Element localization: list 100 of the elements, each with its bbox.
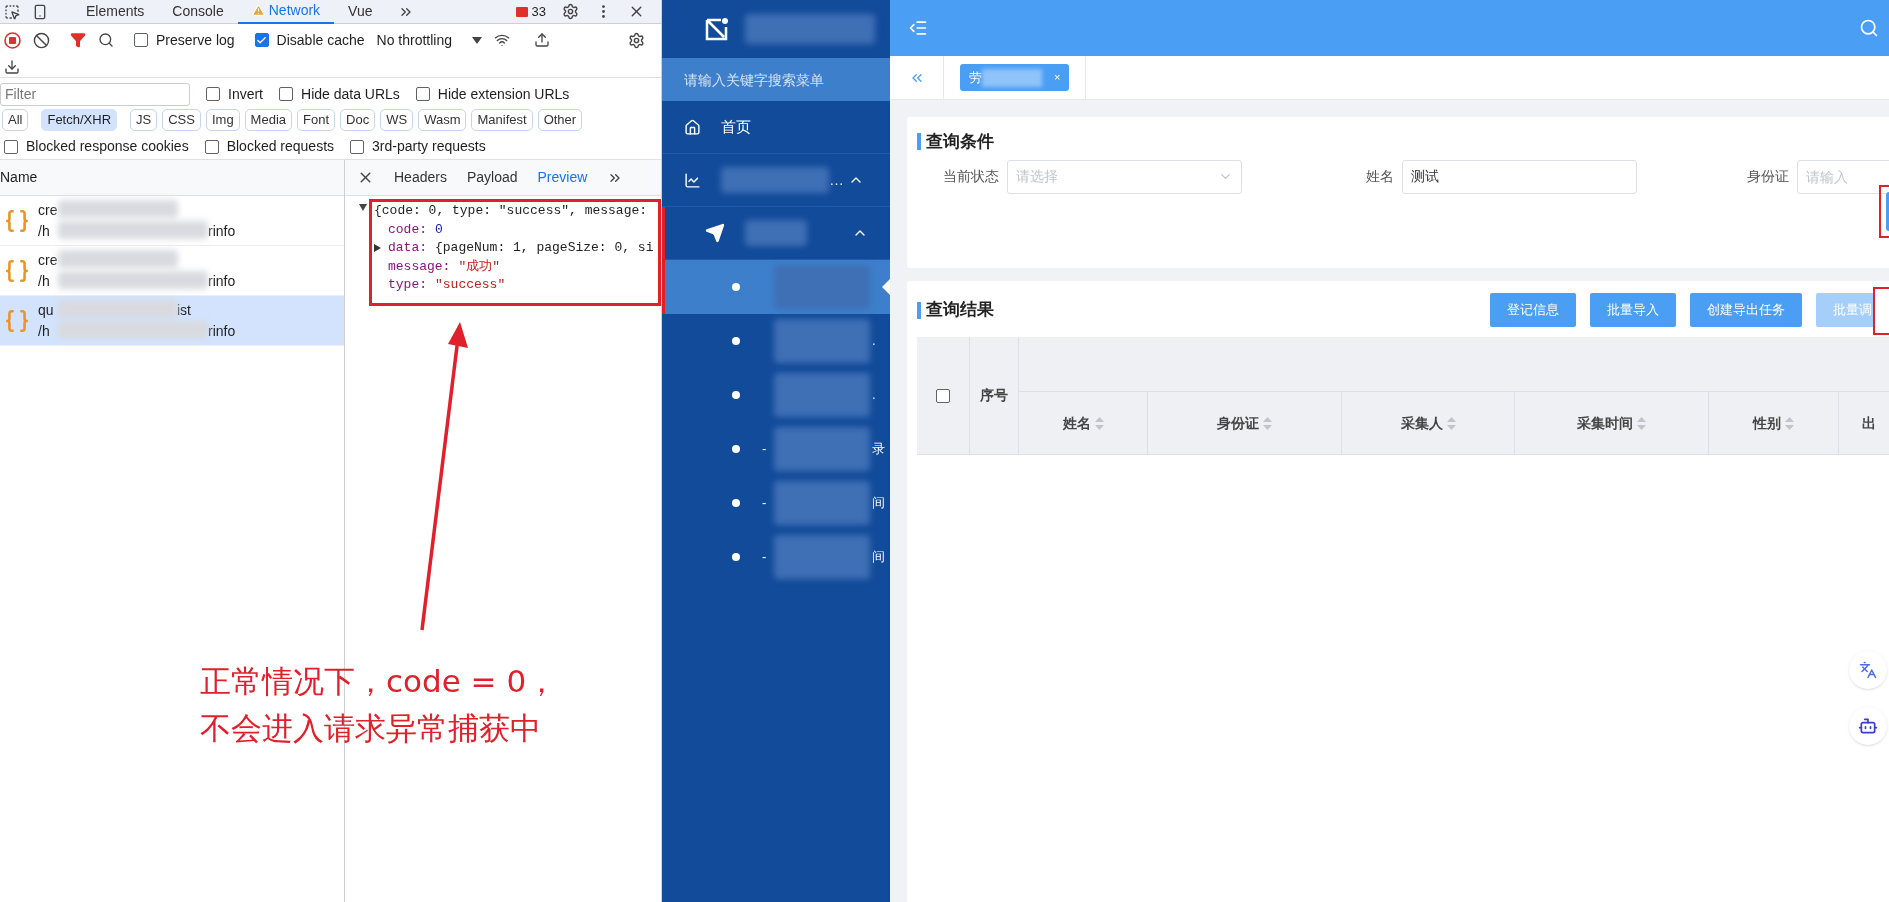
field-label: 身份证 — [1746, 167, 1790, 186]
checkbox-label: Preserve log — [156, 30, 235, 50]
translate-icon — [1859, 661, 1877, 679]
type-filter[interactable]: Fetch/XHR — [41, 109, 118, 131]
request-path-end: rinfo — [208, 221, 236, 241]
chart-icon — [684, 171, 701, 189]
submenu-item[interactable]: . — [662, 314, 890, 368]
type-filter[interactable]: WS — [380, 109, 414, 131]
text-field[interactable]: 测试 — [1402, 159, 1637, 194]
filter-icon[interactable] — [70, 32, 86, 48]
type-filter[interactable]: Wasm — [418, 109, 467, 131]
type-filter[interactable]: Media — [244, 109, 293, 131]
detail-tab[interactable]: Preview — [537, 167, 588, 188]
json-key: code: — [388, 220, 427, 239]
submenu-text-end: . — [872, 386, 876, 405]
throttling-dropdown[interactable]: No throttling — [376, 29, 482, 51]
select-all-checkbox[interactable] — [935, 388, 950, 403]
request-name: cre — [38, 200, 58, 220]
request-path: /h — [38, 321, 51, 341]
type-filter[interactable]: Other — [537, 109, 583, 131]
submenu-text-end: . — [872, 332, 876, 351]
type-filter[interactable]: Img — [205, 109, 240, 131]
menu-search-field[interactable]: 请输入关键字搜索菜单 — [662, 58, 890, 101]
checkbox-label: Hide data URLs — [301, 84, 400, 104]
submenu-text-end: 间 — [872, 548, 885, 567]
text-field[interactable]: 请输入 — [1797, 159, 1889, 194]
search-icon[interactable] — [98, 32, 114, 48]
checkbox[interactable] — [204, 139, 219, 154]
menu-label: 首页 — [721, 116, 751, 137]
menu-toggle-icon[interactable] — [908, 18, 928, 38]
request-path-end: rinfo — [208, 271, 236, 291]
section-title: 查询结果 — [926, 299, 994, 322]
upload-icon[interactable] — [534, 32, 550, 48]
devtools-tab[interactable]: Elements — [72, 0, 159, 24]
detail-tab[interactable]: Headers — [394, 167, 447, 188]
settings-icon[interactable] — [562, 3, 579, 20]
request-path: /h — [38, 221, 51, 241]
column-header: 性别 — [1753, 412, 1794, 434]
send-icon — [705, 223, 725, 243]
column-header: 身份证 — [1217, 412, 1272, 434]
checkbox[interactable] — [206, 87, 220, 101]
network-conditions-icon[interactable] — [494, 32, 510, 48]
checkbox[interactable] — [4, 139, 18, 154]
annotation-text: 不会进入请求异常捕获中 — [200, 709, 542, 748]
type-filter[interactable]: Doc — [340, 109, 376, 131]
checkbox[interactable] — [134, 33, 148, 47]
submenu-item[interactable]: - 间 — [662, 476, 890, 530]
detail-tab[interactable]: Payload — [466, 167, 518, 188]
type-filter[interactable]: Manifest — [471, 109, 533, 131]
request-name: qu — [38, 300, 55, 320]
settings-icon[interactable] — [628, 31, 645, 49]
menu-item[interactable]: … — [662, 154, 890, 207]
devtools-tab[interactable]: Vue — [334, 0, 387, 24]
json-icon — [4, 257, 30, 284]
download-icon[interactable] — [4, 58, 20, 75]
json-value: "成功" — [458, 257, 501, 276]
json-icon — [4, 207, 30, 234]
inspect-icon[interactable] — [4, 3, 20, 20]
type-filter[interactable]: JS — [130, 109, 158, 131]
submenu-item[interactable]: - 间 — [662, 530, 890, 584]
column-header: 序号 — [979, 386, 1008, 405]
column-header: 采集时间 — [1577, 412, 1646, 434]
request-path-end: rinfo — [208, 321, 236, 341]
type-filter[interactable]: Font — [297, 109, 336, 131]
home-icon — [684, 118, 701, 136]
request-name: cre — [38, 250, 58, 270]
checkbox[interactable] — [415, 87, 430, 101]
column-header: 采集人 — [1400, 412, 1456, 434]
request-row[interactable]: qu ist /h rinfo — [0, 296, 344, 346]
checkbox[interactable] — [254, 33, 269, 47]
bullet-icon — [732, 391, 740, 399]
filter-field[interactable]: Filter — [0, 82, 190, 106]
submenu-text-end: 录 — [872, 440, 885, 459]
bullet-icon — [732, 283, 740, 291]
checkbox-label: Blocked requests — [226, 137, 335, 156]
annotation-text: 正常情况下，code = 0， — [200, 662, 558, 701]
expand-triangle-icon[interactable] — [374, 244, 381, 253]
submenu-text-end: 间 — [872, 494, 885, 513]
expand-triangle-icon[interactable] — [359, 204, 367, 211]
robot-icon — [1858, 716, 1878, 736]
submenu-text-start: - — [762, 495, 767, 511]
record-icon[interactable] — [4, 31, 21, 49]
menu-label: … — [829, 169, 844, 190]
device-icon[interactable] — [32, 3, 48, 20]
field-label: 当前状态 — [942, 167, 1000, 186]
error-count[interactable]: 33 — [515, 1, 546, 22]
submenu-item[interactable]: - 录 — [662, 422, 890, 476]
type-filter[interactable]: All — [2, 109, 29, 131]
checkbox-label: Disable cache — [276, 30, 365, 50]
devtools-tab[interactable]: Network — [237, 0, 335, 24]
bullet-icon — [732, 445, 740, 453]
request-name-end: ist — [177, 300, 191, 320]
checkbox-label: 3rd-party requests — [372, 137, 486, 156]
checkbox[interactable] — [279, 87, 293, 101]
clear-icon[interactable] — [33, 31, 50, 49]
type-filter[interactable]: CSS — [162, 109, 201, 131]
devtools-tab[interactable]: Console — [158, 0, 238, 24]
json-summary[interactable]: {code: 0, type: "success", message: — [374, 202, 658, 221]
submenu-item[interactable]: . — [662, 368, 890, 422]
checkbox[interactable] — [350, 139, 365, 154]
